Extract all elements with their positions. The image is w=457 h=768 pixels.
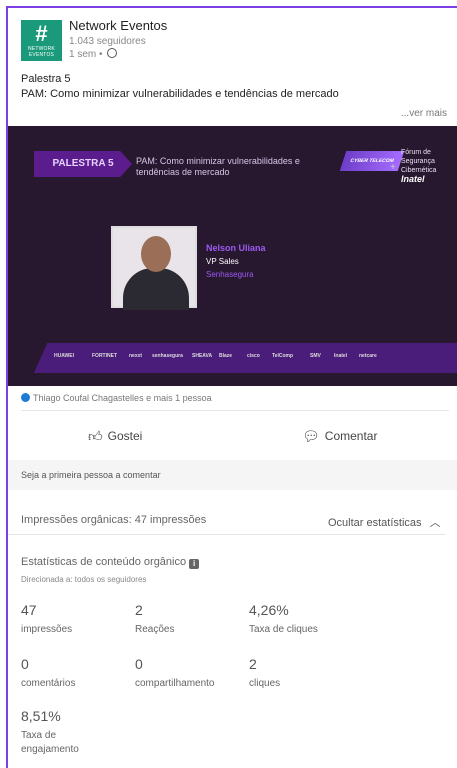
like-button[interactable]: 👍︎ Gostei xyxy=(88,428,142,445)
sponsor-logo: FORTINET xyxy=(92,353,117,359)
post-card: # NETWORK EVENTOS Network Eventos 1.043 … xyxy=(6,6,457,768)
comment-icon: 💬︎ xyxy=(302,428,320,444)
speaker-photo xyxy=(111,226,197,310)
chevron-up-icon: ︿ xyxy=(429,517,441,529)
like-reaction-icon xyxy=(21,393,30,402)
divider xyxy=(8,534,446,535)
plus-sign: + xyxy=(390,162,396,173)
stat-label: Taxa de cliques xyxy=(249,624,318,635)
sponsor-logo: Inatel xyxy=(334,353,348,359)
stat-value: 47 xyxy=(21,602,37,618)
first-comment-prompt[interactable]: Seja a primeira pessoa a comentar xyxy=(8,460,457,490)
stats-title: Estatísticas de conteúdo orgânico i xyxy=(21,556,200,569)
see-more-link[interactable]: ...ver mais xyxy=(401,108,447,119)
company-logo[interactable]: # NETWORK EVENTOS xyxy=(21,20,62,61)
stat-value: 0 xyxy=(135,656,143,672)
thumbs-up-icon: 👍︎ xyxy=(88,428,103,444)
stats-audience: Direcionada a: todos os seguidores xyxy=(21,575,147,584)
sponsor-logo: senhasegura xyxy=(152,353,183,359)
sponsor-logo: SMV xyxy=(310,353,321,359)
post-header: # NETWORK EVENTOS Network Eventos 1.043 … xyxy=(21,18,441,63)
sponsor-logo: netcare xyxy=(359,353,377,359)
talk-tag: PALESTRA 5 xyxy=(34,151,132,177)
author-name[interactable]: Network Eventos xyxy=(69,18,167,33)
hash-icon: # xyxy=(35,21,48,46)
hide-stats-button[interactable]: Ocultar estatísticas ︿ xyxy=(328,514,441,530)
follower-count: 1.043 seguidores xyxy=(69,36,146,47)
stat-label: compartilhamento xyxy=(135,678,215,689)
stat-label: Taxa de engajamento xyxy=(21,730,79,755)
stat-label: comentários xyxy=(21,678,76,689)
reaction-summary[interactable]: Thiago Coufal Chagastelles e mais 1 pess… xyxy=(21,393,212,403)
stat-value: 2 xyxy=(135,602,143,618)
divider xyxy=(21,410,449,411)
post-text-line1: Palestra 5 xyxy=(21,73,71,85)
stat-value: 0 xyxy=(21,656,29,672)
sponsor-logo: Blaze xyxy=(219,353,233,359)
talk-subtitle: PAM: Como minimizar vulnerabilidades e t… xyxy=(136,156,300,177)
speaker-name: Nelson Uliana xyxy=(206,243,266,253)
comment-button[interactable]: 💬︎ Comentar xyxy=(302,428,377,445)
post-image[interactable]: PALESTRA 5 PAM: Como minimizar vulnerabi… xyxy=(8,126,457,386)
sponsor-logo: cisco xyxy=(247,353,260,359)
post-time: 1 sem • xyxy=(69,48,118,60)
sponsor-logo: HUAWEI xyxy=(54,353,74,359)
stat-label: Reações xyxy=(135,624,175,635)
stat-value: 4,26% xyxy=(249,602,289,618)
post-text-line2: PAM: Como minimizar vulnerabilidades e t… xyxy=(21,88,339,100)
sponsor-logo: TelComp xyxy=(272,353,294,359)
sponsor-logo: nexxt xyxy=(129,353,143,359)
speaker-company: Senhasegura xyxy=(206,270,254,279)
globe-icon xyxy=(107,48,118,58)
stat-value: 2 xyxy=(249,656,257,672)
stat-value: 8,51% xyxy=(21,708,61,724)
info-icon[interactable]: i xyxy=(189,559,200,569)
sponsor-logo: SHEAVA xyxy=(192,353,213,359)
forum-logo: Fórum de Segurança Cibernética Inatel xyxy=(401,149,437,184)
stat-label: impressões xyxy=(21,624,73,635)
sponsor-strip: HUAWEI FORTINET nexxt senhasegura SHEAVA… xyxy=(34,343,457,373)
stat-label: cliques xyxy=(249,678,281,689)
speaker-role: VP Sales xyxy=(206,257,239,266)
organic-impressions: Impressões orgânicas: 47 impressões xyxy=(21,514,207,526)
